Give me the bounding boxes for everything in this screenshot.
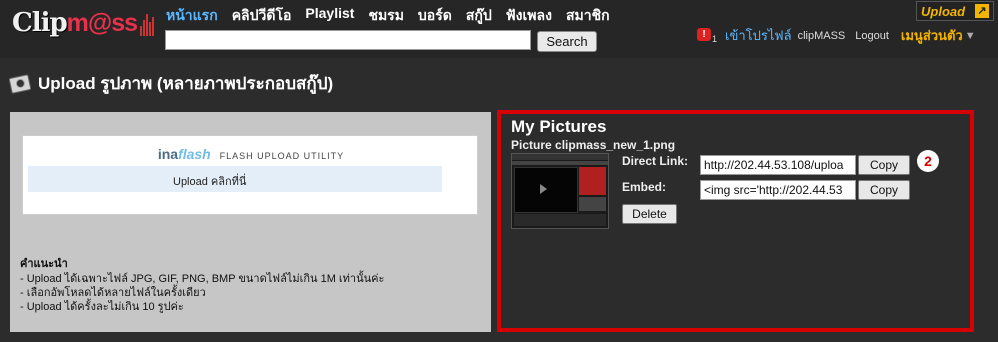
nav-item-playlist[interactable]: Playlist — [305, 5, 354, 27]
instruction-line: - Upload ได้เฉพาะไฟล์ JPG, GIF, PNG, BMP… — [20, 273, 385, 285]
search-input[interactable] — [165, 30, 531, 50]
nav-item-clubs[interactable]: ชมรม — [368, 5, 403, 27]
upload-button[interactable]: Upload ↗ — [916, 1, 994, 21]
nav-item-scoop[interactable]: สกู๊ป — [466, 5, 492, 27]
flash-uploader: inaflash FLASH UPLOAD UTILITY Upload คลิ… — [22, 135, 478, 215]
camera-icon — [8, 73, 32, 94]
page-title: Upload รูปภาพ (หลายภาพประกอบสกู๊ป) — [38, 74, 334, 93]
direct-link-label: Direct Link: — [622, 154, 689, 168]
upload-drop-zone[interactable]: Upload คลิกที่นี่ — [28, 166, 442, 192]
picture-thumbnail[interactable] — [511, 153, 609, 229]
my-pictures-heading: My Pictures — [511, 117, 607, 136]
alert-bubble-icon: ! — [697, 27, 711, 41]
nav-item-board[interactable]: บอร์ด — [418, 5, 452, 27]
brand-flash: flash — [178, 146, 211, 162]
upload-button-label: Upload — [921, 3, 966, 19]
upload-click-label: Upload คลิกที่นี่ — [173, 176, 247, 188]
upload-panel: inaflash FLASH UPLOAD UTILITY Upload คลิ… — [10, 112, 491, 332]
instructions-heading: คำแนะนำ — [20, 258, 68, 270]
embed-field[interactable]: <img src='http://202.44.53 — [700, 180, 856, 200]
picture-filename: Picture clipmass_new_1.png — [511, 138, 676, 152]
search-button[interactable]: Search — [537, 31, 597, 52]
profile-link[interactable]: เข้าโปรไฟล์ — [725, 25, 792, 46]
user-bar: ! 1 เข้าโปรไฟล์ clipMASS Logout เมนูส่วน… — [697, 25, 976, 46]
direct-link-field[interactable]: http://202.44.53.108/uploa — [700, 155, 856, 175]
embed-label: Embed: — [622, 180, 667, 194]
logo-text-clip: Clip — [12, 8, 68, 38]
chevron-down-icon[interactable]: ▼ — [965, 30, 976, 42]
brand-ina: ina — [157, 146, 179, 162]
arrow-up-right-icon: ↗ — [975, 4, 989, 18]
logo-text-mass: m@ss — [66, 8, 138, 37]
instructions: คำแนะนำ - Upload ได้เฉพาะไฟล์ JPG, GIF, … — [20, 257, 384, 314]
equalizer-icon — [140, 10, 155, 36]
copy-direct-link-button[interactable]: Copy — [858, 155, 910, 175]
my-pictures-panel: My Pictures Picture clipmass_new_1.png D… — [497, 110, 974, 332]
instruction-line: - เลือกอัพโหลดได้หลายไฟล์ในครั้งเดียว — [20, 287, 206, 299]
page-header: Upload รูปภาพ (หลายภาพประกอบสกู๊ป) — [8, 70, 334, 97]
notification-count: 1 — [712, 33, 718, 44]
uploader-brand: inaflash FLASH UPLOAD UTILITY — [23, 146, 479, 162]
callout-number-badge: 2 — [917, 150, 939, 172]
personal-menu[interactable]: เมนูส่วนตัว — [901, 25, 963, 46]
notification-button[interactable]: ! 1 — [697, 27, 718, 44]
play-icon — [540, 184, 547, 194]
username[interactable]: clipMASS — [798, 30, 846, 42]
nav-item-members[interactable]: สมาชิก — [566, 5, 610, 27]
nav-item-videos[interactable]: คลิปวีดีโอ — [232, 5, 292, 27]
main-nav: หน้าแรก คลิปวีดีโอ Playlist ชมรม บอร์ด ส… — [166, 5, 610, 27]
nav-item-home[interactable]: หน้าแรก — [166, 5, 218, 27]
brand-tagline: FLASH UPLOAD UTILITY — [219, 151, 345, 161]
nav-item-music[interactable]: ฟังเพลง — [506, 5, 552, 27]
site-logo[interactable]: Clip m@ss — [12, 6, 155, 40]
delete-button[interactable]: Delete — [622, 204, 677, 224]
copy-embed-button[interactable]: Copy — [858, 180, 910, 200]
logout-link[interactable]: Logout — [855, 30, 889, 42]
instruction-line: - Upload ได้ครั้งละไม่เกิน 10 รูปค่ะ — [20, 301, 184, 313]
top-header: Clip m@ss หน้าแรก คลิปวีดีโอ Playlist ชม… — [0, 0, 998, 58]
